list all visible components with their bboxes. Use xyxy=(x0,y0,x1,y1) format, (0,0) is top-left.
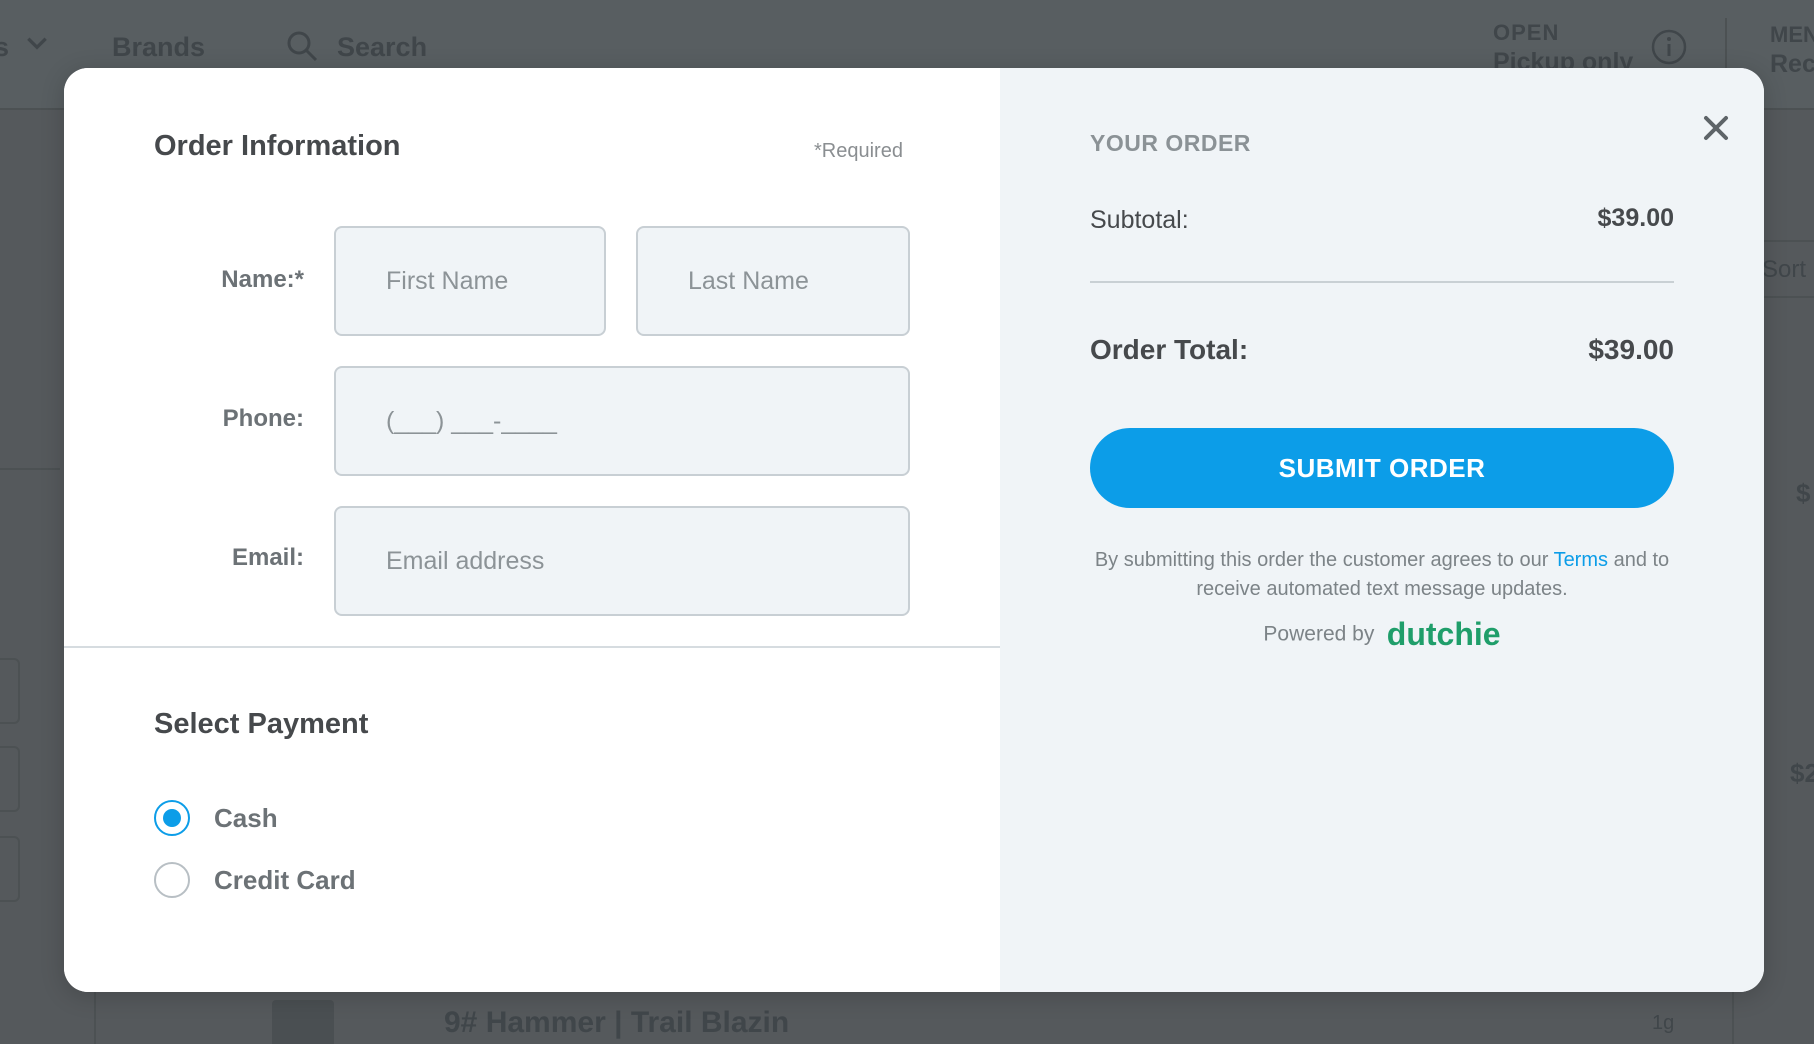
bg-product-name: 9# Hammer | Trail Blazin xyxy=(444,1006,790,1039)
subtotal-label: Subtotal: xyxy=(1090,206,1189,234)
bg-product-size: 1g xyxy=(1652,1012,1675,1034)
terms-text-before: By submitting this order the customer ag… xyxy=(1094,549,1554,571)
phone-field[interactable] xyxy=(334,366,910,476)
cash-label: Cash xyxy=(214,802,278,833)
bg-price: $2 xyxy=(1790,758,1814,788)
bg-store-status: OPEN xyxy=(1493,20,1560,45)
order-total-value: $39.00 xyxy=(1588,334,1674,365)
email-label: Email: xyxy=(231,544,304,571)
info-icon xyxy=(1651,29,1687,65)
phone-label: Phone: xyxy=(222,405,304,432)
bg-left-card xyxy=(0,836,20,902)
credit-card-label: Credit Card xyxy=(214,864,356,895)
name-label: Name:* xyxy=(221,266,304,293)
chevron-down-icon xyxy=(27,37,47,50)
checkout-modal: Order Information *Required Name:* Phone… xyxy=(64,68,1764,992)
bg-brands-label: Brands xyxy=(112,32,206,62)
subtotal-value: $39.00 xyxy=(1597,204,1674,232)
search-icon xyxy=(287,31,318,62)
submit-order-button[interactable]: SUBMIT ORDER xyxy=(1090,428,1674,508)
first-name-field[interactable] xyxy=(334,226,606,336)
bg-search-label: Search xyxy=(337,32,428,62)
credit-card-radio[interactable] xyxy=(154,862,190,898)
order-total-label: Order Total: xyxy=(1090,334,1249,365)
terms-notice: By submitting this order the customer ag… xyxy=(1060,546,1704,604)
bg-price: $ xyxy=(1796,478,1811,508)
dutchie-logo: dutchie xyxy=(1386,616,1501,652)
payment-title: Select Payment xyxy=(154,708,369,740)
payment-option-cash[interactable]: Cash xyxy=(154,800,278,836)
email-field[interactable] xyxy=(334,506,910,616)
bg-divider-line xyxy=(0,468,60,470)
powered-by: Powered by dutchie xyxy=(1000,616,1764,653)
last-name-field[interactable] xyxy=(636,226,910,336)
section-divider xyxy=(64,646,1000,648)
payment-option-credit-card[interactable]: Credit Card xyxy=(154,862,356,898)
required-note: *Required xyxy=(814,140,903,162)
order-form-panel: Order Information *Required Name:* Phone… xyxy=(64,68,1000,992)
close-icon[interactable] xyxy=(1696,108,1736,148)
your-order-title: YOUR ORDER xyxy=(1090,130,1251,156)
terms-link[interactable]: Terms xyxy=(1554,549,1608,571)
bg-menu-label: MEN xyxy=(1770,22,1814,47)
powered-by-label: Powered by xyxy=(1263,622,1375,646)
order-summary-panel: YOUR ORDER Subtotal: $39.00 Order Total:… xyxy=(1000,68,1764,992)
bg-product-image xyxy=(272,1000,334,1044)
bg-categories-label: s xyxy=(0,32,10,62)
bg-menu-type: Rec xyxy=(1770,50,1814,78)
summary-divider xyxy=(1090,281,1674,283)
bg-left-card xyxy=(0,658,20,724)
cash-radio[interactable] xyxy=(154,800,190,836)
order-info-title: Order Information xyxy=(154,130,401,162)
bg-left-card xyxy=(0,746,20,812)
